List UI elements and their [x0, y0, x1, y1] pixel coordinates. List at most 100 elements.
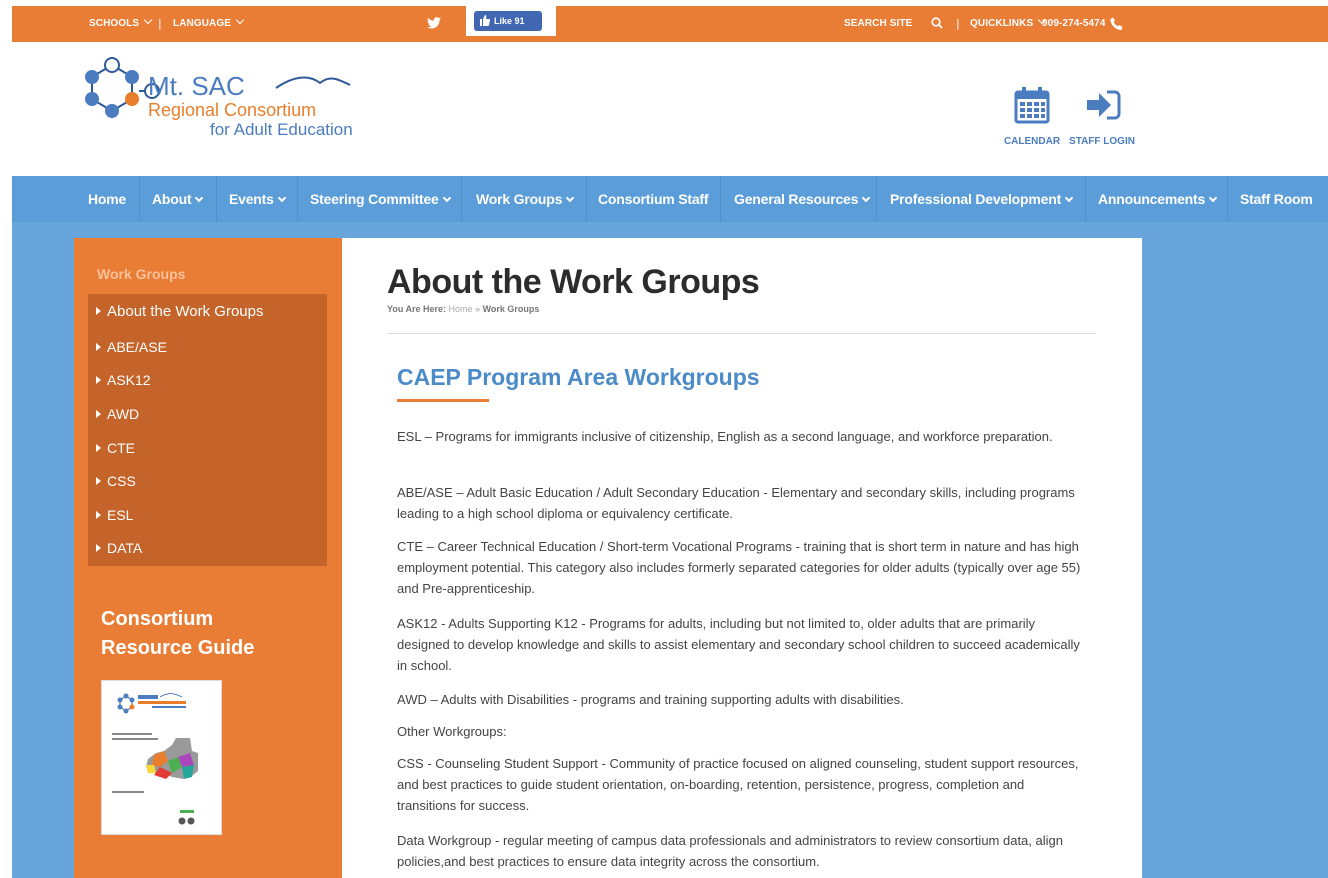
sidebar-item-about-work-groups[interactable]: About the Work Groups — [96, 303, 263, 321]
nav-label: Events — [229, 191, 274, 207]
sidebar-item-ask12[interactable]: ASK12 — [96, 371, 151, 389]
caret-right-icon — [96, 544, 101, 552]
paragraph-other-workgroups: Other Workgroups: — [397, 724, 507, 739]
sidebar-item-label: CTE — [107, 440, 135, 456]
nav-label: Home — [88, 191, 127, 207]
nav-label: Consortium Staff — [598, 191, 709, 207]
nav-label: Professional Development — [890, 191, 1062, 207]
paragraph-data: Data Workgroup - regular meeting of camp… — [397, 833, 1063, 869]
breadcrumb-prefix: You Are Here: — [387, 304, 447, 314]
divider — [387, 333, 1096, 334]
sidebar-item-label: ASK12 — [107, 372, 151, 388]
nav-label: Work Groups — [476, 191, 563, 207]
chevron-down-icon — [861, 193, 871, 203]
nav-home[interactable]: Home — [88, 191, 126, 207]
nav-label: Announcements — [1098, 191, 1206, 207]
nav-steering-committee[interactable]: Steering Committee — [310, 191, 451, 207]
resource-guide-title: Consortium Resource Guide — [101, 605, 254, 663]
nav-divider — [876, 176, 877, 222]
twitter-icon[interactable] — [427, 17, 441, 29]
nav-consortium-staff[interactable]: Consortium Staff — [598, 191, 709, 207]
sidebar-item-label: CSS — [107, 473, 136, 489]
nav-general-resources[interactable]: General Resources — [734, 191, 871, 207]
sidebar-item-label: ABE/ASE — [107, 339, 167, 355]
breadcrumb-current: Work Groups — [482, 304, 540, 314]
paragraph-abe-ase: ABE/ASE – Adult Basic Education / Adult … — [397, 485, 1075, 521]
caret-right-icon — [96, 444, 101, 452]
nav-announcements[interactable]: Announcements — [1098, 191, 1218, 207]
chevron-down-icon — [1208, 193, 1218, 203]
sign-in-icon — [1087, 90, 1121, 120]
staff-login-link[interactable]: STAFF LOGIN — [1069, 86, 1135, 148]
nav-label: Steering Committee — [310, 191, 439, 207]
caret-right-icon — [96, 477, 101, 485]
sidebar-item-esl[interactable]: ESL — [96, 506, 133, 524]
breadcrumb: You Are Here: Home » Work Groups — [387, 304, 539, 314]
nav-divider — [1227, 176, 1228, 222]
sidebar-menu — [88, 294, 327, 566]
schools-dropdown[interactable]: SCHOOLS — [89, 15, 153, 30]
caret-right-icon — [96, 343, 101, 351]
sidebar-item-label: AWD — [107, 406, 140, 422]
schools-label: SCHOOLS — [89, 18, 140, 29]
paragraph-esl: ESL – Programs for immigrants inclusive … — [397, 429, 1053, 444]
nav-divider — [720, 176, 721, 222]
sidebar-item-cte[interactable]: CTE — [96, 439, 135, 457]
paragraph-cte: CTE – Career Technical Education / Short… — [397, 539, 1081, 596]
facebook-like-button[interactable]: Like 91 — [474, 11, 542, 31]
sidebar-item-label: DATA — [107, 540, 143, 556]
sidebar-item-label: About the Work Groups — [107, 303, 264, 320]
chevron-down-icon — [277, 193, 286, 203]
quicklinks-dropdown[interactable]: QUICKLINKS — [970, 15, 1047, 30]
calendar-label: CALENDAR — [1003, 136, 1061, 147]
caret-right-icon — [96, 307, 101, 315]
nav-divider — [297, 176, 298, 222]
caret-right-icon — [96, 410, 101, 418]
nav-work-groups[interactable]: Work Groups — [476, 191, 575, 207]
staff-login-label: STAFF LOGIN — [1069, 136, 1135, 147]
resource-guide-title-line2: Resource Guide — [101, 637, 255, 659]
paragraph-ask12: ASK12 - Adults Supporting K12 - Programs… — [397, 616, 1080, 673]
section-title-underline — [397, 399, 489, 402]
nav-divider — [216, 176, 217, 222]
resource-guide-thumbnail[interactable] — [101, 680, 222, 835]
chevron-down-icon — [195, 193, 204, 203]
language-dropdown[interactable]: LANGUAGE — [173, 15, 245, 30]
like-count: Like 91 — [494, 16, 525, 26]
sidebar-item-abe-ase[interactable]: ABE/ASE — [96, 338, 167, 356]
main-nav: Home About Events Steering Committee Wor… — [12, 176, 1328, 222]
nav-label: General Resources — [734, 191, 859, 207]
breadcrumb-separator: » — [475, 304, 481, 314]
search-label: SEARCH SITE — [844, 18, 913, 29]
search-site-link[interactable]: SEARCH SITE — [844, 18, 912, 30]
nav-staff-room[interactable]: Staff Room — [1240, 191, 1313, 207]
breadcrumb-home-link[interactable]: Home — [449, 304, 473, 314]
nav-about[interactable]: About — [152, 191, 204, 207]
nav-divider — [1085, 176, 1086, 222]
logo-tagline: for Adult Education — [210, 120, 353, 139]
logo-subtitle: Regional Consortium — [148, 100, 317, 120]
paragraph-awd: AWD – Adults with Disabilities - program… — [397, 692, 904, 707]
sidebar-item-css[interactable]: CSS — [96, 472, 136, 490]
chevron-down-icon — [143, 15, 153, 25]
phone-number[interactable]: 909-274-5474 — [1042, 18, 1105, 30]
resource-guide-cover-image — [112, 693, 198, 825]
sidebar-title: Work Groups — [97, 266, 186, 282]
nav-divider — [139, 176, 140, 222]
nav-divider — [461, 176, 462, 222]
nav-professional-development[interactable]: Professional Development — [890, 191, 1074, 207]
nav-label: Staff Room — [1240, 191, 1313, 207]
calendar-icon — [1014, 87, 1050, 124]
caret-right-icon — [96, 376, 101, 384]
sidebar-item-data[interactable]: DATA — [96, 539, 142, 557]
nav-events[interactable]: Events — [229, 191, 286, 207]
sidebar-item-awd[interactable]: AWD — [96, 405, 139, 423]
separator: | — [158, 17, 162, 30]
thumbs-up-icon — [480, 15, 490, 26]
facebook-like-widget: Like 91 — [466, 6, 556, 36]
caret-right-icon — [96, 511, 101, 519]
sidebar-item-label: ESL — [107, 507, 134, 523]
page-title: About the Work Groups — [387, 263, 760, 301]
calendar-link[interactable]: CALENDAR — [1001, 86, 1063, 148]
search-icon[interactable] — [931, 17, 943, 29]
